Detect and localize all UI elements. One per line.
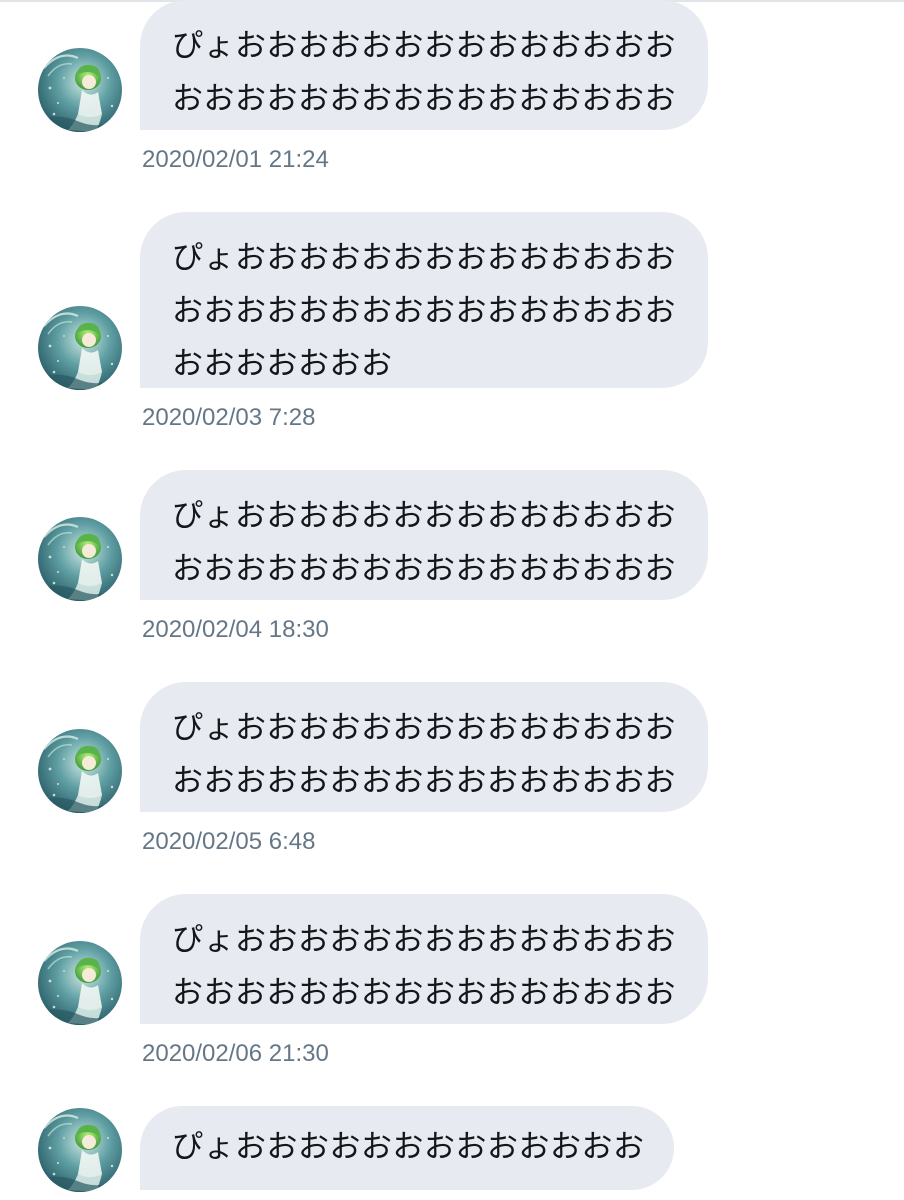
message-timestamp: 2020/02/03 7:28 [142,404,316,431]
message-text-line: おおおおおおおおおおおおおおおお [172,293,676,329]
message-timestamp: 2020/02/05 6:48 [142,828,316,855]
avatar[interactable] [38,1108,122,1192]
message-text-line: ぴょおおおおおおおおおおおおおお [172,922,676,958]
avatar[interactable] [38,306,122,390]
message-text-line: おおおおおおお [172,346,393,382]
avatar[interactable] [38,517,122,601]
message-text-line: ぴょおおおおおおおおおおおおおお [172,498,676,534]
avatar[interactable] [38,729,122,813]
message-bubble[interactable]: ぴょおおおおおおおおおおおおおお おおおおおおおおおおおおおおおお おおおおおお… [140,212,708,388]
message-text-line: おおおおおおおおおおおおおおおお [172,81,676,117]
message-text-line: ぴょおおおおおおおおおおおおお [172,1129,645,1165]
avatar[interactable] [38,941,122,1025]
message-text-line: ぴょおおおおおおおおおおおおおお [172,240,676,276]
message-bubble[interactable]: ぴょおおおおおおおおおおおおおお おおおおおおおおおおおおおおおお [140,894,708,1024]
message-bubble[interactable]: ぴょおおおおおおおおおおおおおお おおおおおおおおおおおおおおおお [140,0,708,130]
message-bubble[interactable]: ぴょおおおおおおおおおおおおおお おおおおおおおおおおおおおおおお [140,470,708,600]
message-text-line: おおおおおおおおおおおおおおおお [172,763,676,799]
message-bubble[interactable]: ぴょおおおおおおおおおおおおおお おおおおおおおおおおおおおおおお [140,682,708,812]
message-text-line: おおおおおおおおおおおおおおおお [172,551,676,587]
message-text-line: ぴょおおおおおおおおおおおおおお [172,710,676,746]
message-timestamp: 2020/02/06 21:30 [142,1040,329,1067]
message-text-line: おおおおおおおおおおおおおおおお [172,975,676,1011]
avatar[interactable] [38,48,122,132]
message-timestamp: 2020/02/01 21:24 [142,146,329,173]
message-timestamp: 2020/02/04 18:30 [142,616,329,643]
message-text-line: ぴょおおおおおおおおおおおおおお [172,28,676,64]
message-bubble[interactable]: ぴょおおおおおおおおおおおおお [140,1106,674,1190]
